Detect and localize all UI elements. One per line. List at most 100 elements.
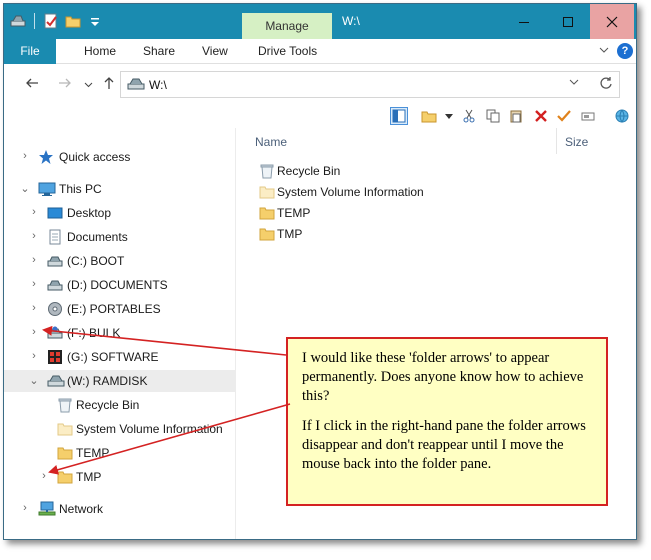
chevron-right-icon[interactable]: ›	[29, 254, 39, 266]
network-drive-icon[interactable]	[613, 107, 631, 125]
drive-icon	[47, 253, 63, 269]
maximize-icon	[563, 16, 573, 27]
chevron-down-icon[interactable]: ⌄	[29, 374, 39, 387]
chevron-right-icon[interactable]: ›	[29, 326, 39, 338]
up-arrow-icon[interactable]	[102, 76, 116, 93]
drive-icon	[47, 373, 65, 389]
chevron-right-icon[interactable]: ›	[29, 230, 39, 242]
drive-icon[interactable]	[10, 13, 26, 29]
chevron-right-icon[interactable]: ›	[29, 350, 39, 362]
recent-locations-icon[interactable]	[84, 80, 93, 91]
navigation-pane-icon[interactable]	[390, 107, 408, 125]
file-row-temp[interactable]: TEMP	[255, 202, 555, 223]
cut-icon[interactable]	[460, 107, 478, 125]
tree-label: TMP	[76, 470, 102, 484]
tree-item-drive-e[interactable]: › (E:) PORTABLES	[4, 298, 236, 320]
tree-item-documents[interactable]: › Documents	[4, 226, 236, 248]
delete-icon[interactable]	[532, 107, 550, 125]
help-icon[interactable]: ?	[617, 43, 633, 59]
checkmark-icon[interactable]	[555, 107, 573, 125]
window-title: W:\	[342, 14, 360, 28]
column-header-name[interactable]: Name	[255, 135, 287, 149]
tab-drive-tools[interactable]: Drive Tools	[258, 39, 317, 64]
tree-label: Documents	[67, 230, 128, 244]
tab-file[interactable]: File	[4, 39, 56, 64]
tree-label: This PC	[59, 182, 102, 196]
tree-label: (D:) DOCUMENTS	[67, 278, 168, 292]
folder-icon	[259, 184, 275, 200]
chevron-right-icon[interactable]: ›	[29, 206, 39, 218]
tree-item-network[interactable]: › Network	[4, 498, 236, 520]
copy-icon[interactable]	[484, 107, 502, 125]
file-name: TMP	[277, 227, 303, 241]
computer-icon	[38, 181, 56, 197]
tree-item-desktop[interactable]: › Desktop	[4, 202, 236, 224]
title-bar: Manage W:\	[4, 4, 636, 39]
close-button[interactable]	[590, 4, 634, 39]
maximize-button[interactable]	[546, 4, 590, 39]
tree-item-recycle-bin[interactable]: Recycle Bin	[4, 394, 236, 416]
tab-view[interactable]: View	[202, 39, 228, 64]
new-folder-icon[interactable]	[420, 107, 438, 125]
customize-qat-icon[interactable]	[87, 13, 103, 29]
chevron-right-icon[interactable]: ›	[39, 470, 49, 482]
address-bar[interactable]: W:\	[120, 71, 620, 98]
properties-icon[interactable]	[43, 13, 59, 29]
column-header-size[interactable]: Size	[565, 135, 588, 149]
forward-arrow-icon[interactable]	[58, 76, 72, 93]
back-arrow-icon[interactable]	[25, 76, 39, 93]
grid-drive-icon	[47, 349, 63, 365]
tree-item-tmp[interactable]: › TMP	[4, 466, 236, 488]
minimize-button[interactable]	[502, 4, 546, 39]
tab-home[interactable]: Home	[84, 39, 116, 64]
command-toolbar	[4, 104, 636, 128]
address-path: W:\	[149, 78, 167, 92]
file-row-system-volume-information[interactable]: System Volume Information	[255, 181, 555, 202]
file-row-recycle-bin[interactable]: Recycle Bin	[255, 160, 555, 181]
recycle-bin-icon	[259, 163, 275, 179]
chevron-down-icon[interactable]: ⌄	[20, 182, 30, 195]
documents-icon	[47, 229, 63, 245]
folder-icon	[57, 469, 73, 485]
drive-icon	[47, 325, 63, 341]
chevron-down-icon[interactable]	[440, 107, 458, 125]
chevron-right-icon[interactable]: ›	[29, 278, 39, 290]
chevron-right-icon[interactable]: ›	[20, 150, 30, 162]
tree-item-drive-g[interactable]: › (G:) SOFTWARE	[4, 346, 236, 368]
file-row-tmp[interactable]: TMP	[255, 223, 555, 244]
tree-label: Quick access	[59, 150, 131, 164]
file-name: System Volume Information	[277, 185, 424, 199]
rename-icon[interactable]	[579, 107, 597, 125]
tree-item-quick-access[interactable]: › Quick access	[4, 146, 236, 168]
tree-item-temp[interactable]: TEMP	[4, 442, 236, 464]
tab-share[interactable]: Share	[143, 39, 175, 64]
minimize-icon	[519, 21, 529, 23]
chevron-right-icon[interactable]: ›	[29, 302, 39, 314]
tree-label: Recycle Bin	[76, 398, 140, 412]
folder-icon	[57, 445, 73, 461]
file-name: TEMP	[277, 206, 311, 220]
folder-icon	[259, 226, 275, 242]
paste-icon[interactable]	[507, 107, 525, 125]
new-folder-icon[interactable]	[65, 13, 81, 29]
callout-paragraph-2: If I click in the right-hand pane the fo…	[302, 418, 586, 472]
tree-item-drive-c[interactable]: › (C:) BOOT	[4, 250, 236, 272]
column-header: Name Size	[237, 128, 636, 154]
tree-label: (G:) SOFTWARE	[67, 350, 159, 364]
disc-icon	[47, 301, 63, 317]
refresh-icon[interactable]	[599, 76, 613, 93]
column-divider[interactable]	[556, 128, 557, 154]
tree-item-system-volume-information[interactable]: System Volume Information	[4, 418, 236, 440]
tree-item-drive-w[interactable]: ⌄ (W:) RAMDISK	[4, 370, 236, 392]
chevron-down-icon[interactable]	[569, 77, 579, 90]
recycle-bin-icon	[57, 397, 73, 413]
tab-manage[interactable]: Manage	[242, 13, 332, 39]
tree-item-drive-f[interactable]: › (F:) BULK	[4, 322, 236, 344]
tree-item-this-pc[interactable]: ⌄ This PC	[4, 178, 236, 200]
tree-label: (F:) BULK	[67, 326, 121, 340]
expand-ribbon-icon[interactable]	[598, 44, 610, 59]
star-icon	[38, 149, 54, 165]
tree-label: (E:) PORTABLES	[67, 302, 161, 316]
tree-item-drive-d[interactable]: › (D:) DOCUMENTS	[4, 274, 236, 296]
chevron-right-icon[interactable]: ›	[20, 502, 30, 514]
